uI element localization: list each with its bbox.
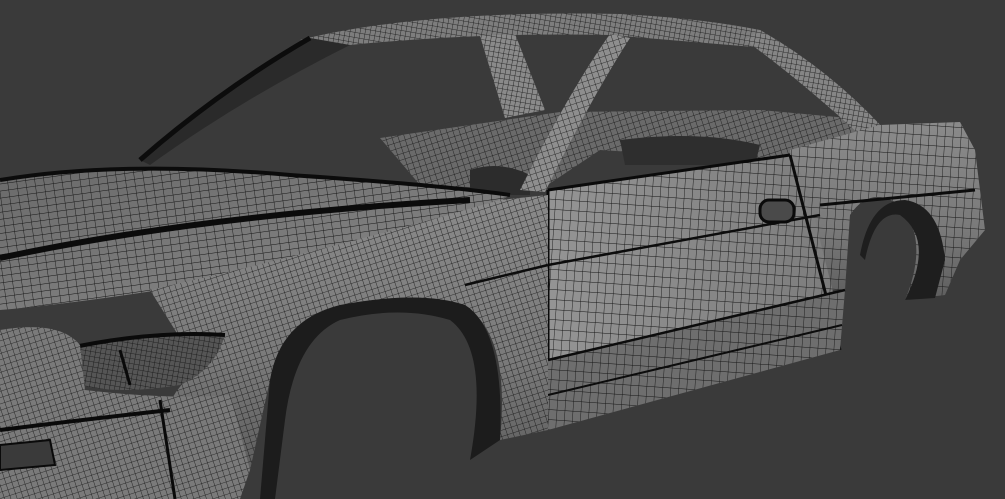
front-wheel-arch bbox=[260, 297, 501, 499]
roof bbox=[300, 13, 790, 50]
car-wireframe-render bbox=[0, 13, 985, 499]
windshield-frame bbox=[138, 35, 350, 165]
door-handle bbox=[758, 198, 796, 224]
3d-viewport[interactable] bbox=[0, 0, 1005, 499]
